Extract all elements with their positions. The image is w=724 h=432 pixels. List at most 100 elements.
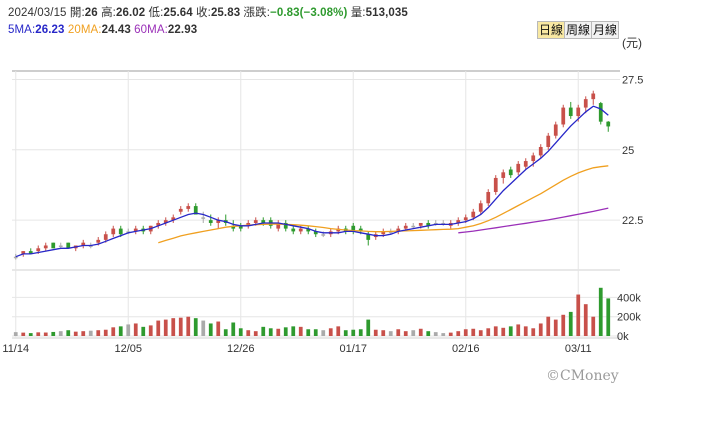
candle-body <box>36 248 41 252</box>
volume-bar <box>43 332 48 336</box>
candle-body <box>561 107 566 125</box>
candle-body <box>463 217 468 221</box>
volume-bar <box>238 328 243 336</box>
volume-bar <box>441 333 446 336</box>
volume-bar <box>73 331 78 336</box>
candle-body <box>523 161 528 167</box>
volume-bar <box>201 320 206 336</box>
candle-body <box>43 245 48 249</box>
candle-body <box>58 245 63 247</box>
volume-bar <box>516 324 521 336</box>
candle-body <box>13 256 18 259</box>
volume-tick-label: 0k <box>617 331 629 343</box>
moving-average-lines <box>15 105 609 258</box>
volume-bar <box>36 332 41 336</box>
volume-bar <box>268 328 273 336</box>
volume-bar <box>426 331 431 336</box>
price-tick-label: 27.5 <box>622 74 643 86</box>
ma20-line <box>158 165 609 244</box>
volume-bar <box>321 330 326 336</box>
volume-bar <box>591 316 596 336</box>
volume-bar <box>246 330 251 336</box>
volume-bar <box>381 330 386 336</box>
candle-body <box>118 228 123 235</box>
volume-bar <box>283 327 288 336</box>
volume-bar <box>171 318 176 336</box>
volume-tick-label: 200k <box>617 312 641 324</box>
date-tick-label: 12/26 <box>227 343 255 355</box>
volume-bar <box>13 332 18 336</box>
candle-body <box>103 234 108 240</box>
volume-bar <box>358 329 363 336</box>
volume-bars <box>13 287 611 336</box>
volume-bar <box>598 287 603 336</box>
volume-bar <box>531 328 536 336</box>
candle-body <box>291 228 296 232</box>
volume-bar <box>336 326 341 336</box>
price-tick-label: 22.5 <box>622 215 643 227</box>
volume-bar <box>411 330 416 336</box>
volume-bar <box>396 329 401 336</box>
candle-body <box>546 135 551 147</box>
volume-bar <box>28 333 33 336</box>
volume-bar <box>141 326 146 336</box>
candle-body <box>208 220 213 223</box>
candle-body <box>591 93 596 100</box>
chart-axes: 27.5 25 22.5 400k 200k 0k 11/14 12/05 12/26 01/17… <box>2 74 643 355</box>
date-tick-label: 03/11 <box>565 343 592 355</box>
date-tick-label: 02/16 <box>452 343 480 355</box>
candle-body <box>598 103 603 122</box>
volume-bar <box>156 320 161 336</box>
date-tick-label: 01/17 <box>339 343 367 355</box>
volume-bar <box>21 332 26 336</box>
volume-bar <box>456 331 461 336</box>
volume-bar <box>298 326 303 336</box>
volume-bar <box>388 331 393 336</box>
candle-body <box>606 121 611 127</box>
candle-body <box>111 228 116 235</box>
volume-bar <box>186 316 191 336</box>
volume-bar <box>223 329 228 336</box>
volume-bar <box>508 326 513 336</box>
volume-bar <box>448 332 453 336</box>
candle-body <box>568 107 573 117</box>
volume-bar <box>261 326 266 336</box>
candle-body <box>538 146 543 156</box>
volume-bar <box>88 330 93 336</box>
volume-bar <box>583 304 588 336</box>
candle-body <box>501 172 506 178</box>
cmoney-watermark: ©CMoney <box>546 368 619 384</box>
chart-grid <box>12 70 620 339</box>
candle-body <box>531 155 536 162</box>
candle-body <box>403 225 408 229</box>
volume-bar <box>193 318 198 336</box>
volume-bar <box>493 326 498 336</box>
candle-body <box>486 192 491 204</box>
volume-bar <box>118 326 123 336</box>
volume-bar <box>163 319 168 336</box>
candle-body <box>321 234 326 236</box>
candle-body <box>508 169 513 176</box>
volume-bar <box>133 323 138 336</box>
volume-bar <box>538 323 543 336</box>
volume-bar <box>606 298 611 336</box>
candle-body <box>253 220 258 223</box>
volume-bar <box>111 327 116 336</box>
ma5-line <box>15 105 609 258</box>
volume-bar <box>66 330 71 336</box>
volume-bar <box>523 326 528 336</box>
volume-bar <box>546 316 551 336</box>
candle-body <box>178 208 183 212</box>
volume-bar <box>418 328 423 336</box>
date-tick-label: 12/05 <box>114 343 142 355</box>
volume-bar <box>231 322 236 336</box>
volume-bar <box>486 328 491 336</box>
candle-body <box>51 242 56 249</box>
volume-tick-label: 400k <box>617 292 641 304</box>
volume-bar <box>216 321 221 336</box>
candle-body <box>418 222 423 226</box>
candle-body <box>516 163 521 173</box>
date-tick-label: 11/14 <box>2 343 29 355</box>
candle-body <box>553 124 558 136</box>
candle-body <box>298 228 303 232</box>
